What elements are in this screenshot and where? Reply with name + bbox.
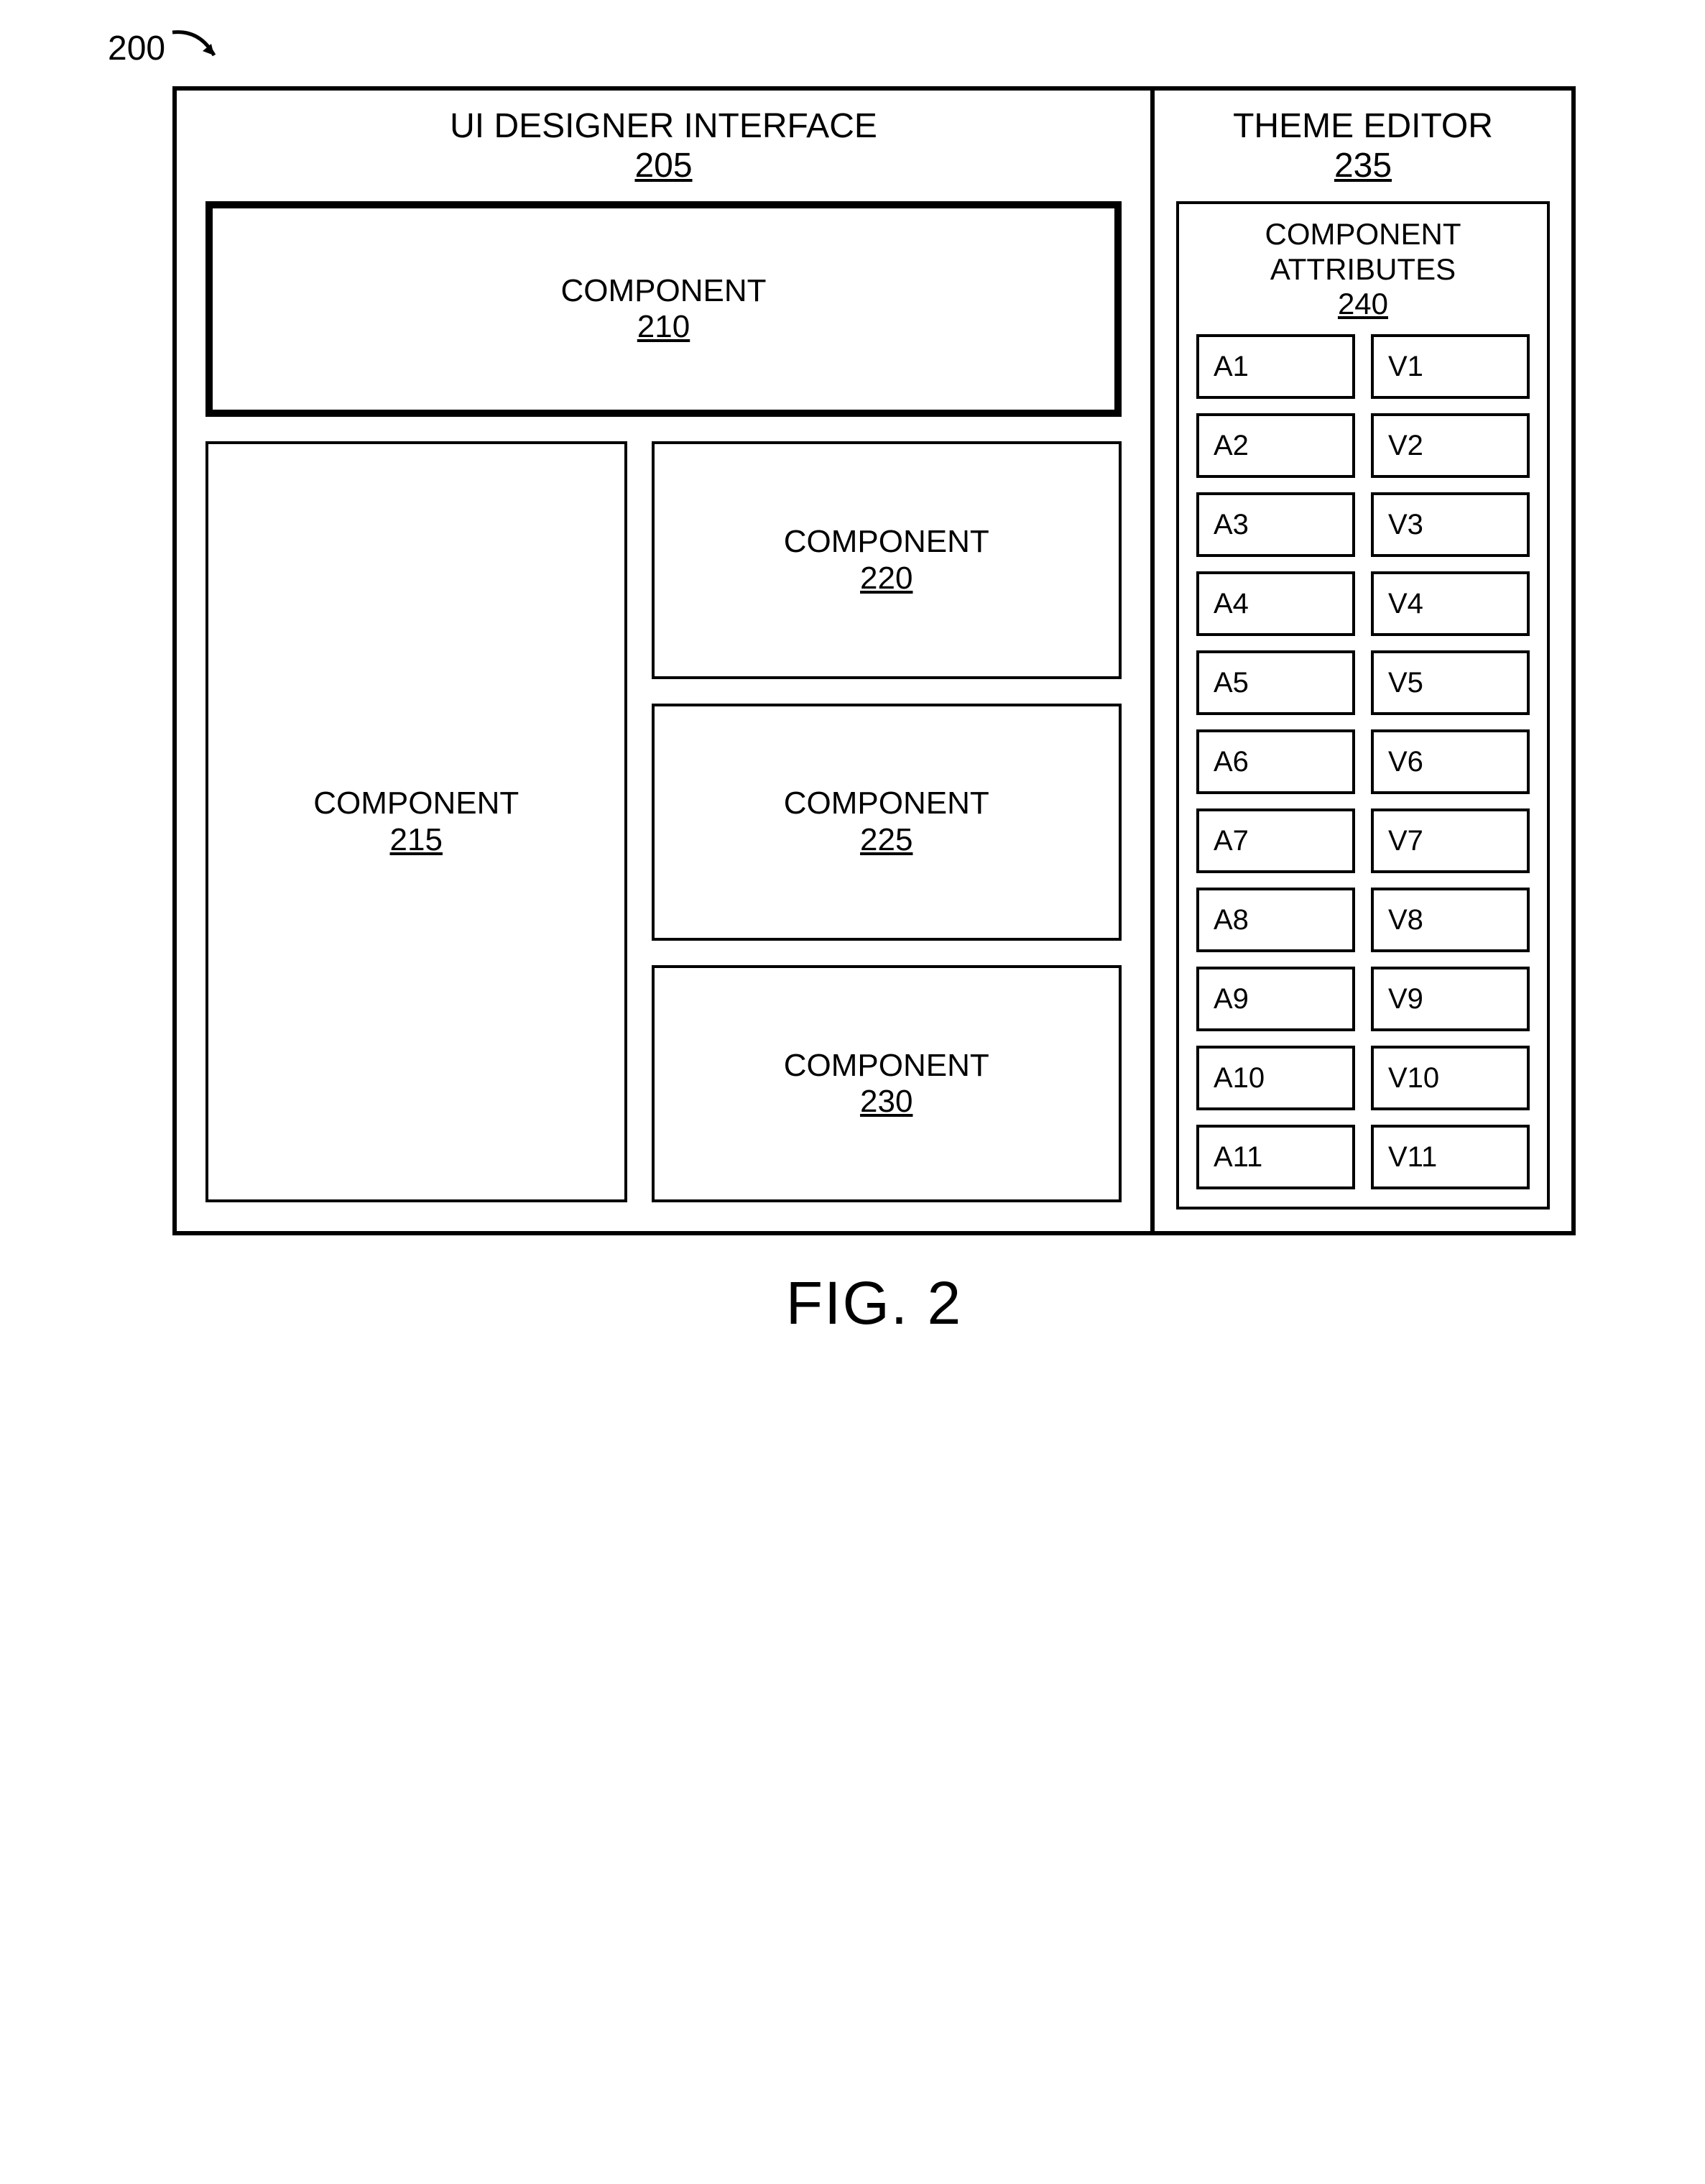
attribute-name-cell[interactable]: A2 (1196, 413, 1355, 478)
attribute-value-cell[interactable]: V1 (1371, 334, 1530, 399)
attribute-value-cell[interactable]: V8 (1371, 888, 1530, 952)
attribute-name-cell[interactable]: A3 (1196, 492, 1355, 557)
component-attributes-title: COMPONENT ATTRIBUTES 240 (1196, 213, 1530, 334)
component-attributes-box: COMPONENT ATTRIBUTES 240 A1 V1 A2 V2 A3 … (1176, 201, 1550, 1210)
attribute-value-cell[interactable]: V4 (1371, 571, 1530, 636)
theme-editor-ref: 235 (1334, 147, 1392, 185)
component-label: COMPONENT (784, 785, 989, 821)
reference-arrow-icon (171, 29, 221, 68)
component-215[interactable]: COMPONENT 215 (205, 441, 627, 1202)
attribute-value-cell[interactable]: V2 (1371, 413, 1530, 478)
attribute-value-cell[interactable]: V7 (1371, 808, 1530, 873)
attribute-row: A6 V6 (1196, 729, 1530, 794)
attribute-name-cell[interactable]: A6 (1196, 729, 1355, 794)
theme-editor-title-text: THEME EDITOR (1233, 107, 1493, 145)
component-label: COMPONENT (313, 785, 519, 821)
attribute-value-cell[interactable]: V3 (1371, 492, 1530, 557)
component-attributes-title-text: COMPONENT ATTRIBUTES (1265, 217, 1461, 285)
component-label: COMPONENT (561, 273, 767, 308)
ui-designer-title: UI DESIGNER INTERFACE 205 (205, 91, 1122, 194)
attribute-name-cell[interactable]: A7 (1196, 808, 1355, 873)
attribute-row: A9 V9 (1196, 967, 1530, 1031)
attribute-value-cell[interactable]: V9 (1371, 967, 1530, 1031)
component-ref: 225 (860, 822, 912, 857)
app-window: UI DESIGNER INTERFACE 205 COMPONENT 210 … (172, 86, 1576, 1235)
ui-designer-panel: UI DESIGNER INTERFACE 205 COMPONENT 210 … (177, 91, 1155, 1231)
attribute-name-cell[interactable]: A4 (1196, 571, 1355, 636)
attribute-row: A7 V7 (1196, 808, 1530, 873)
component-label: COMPONENT (784, 524, 989, 559)
component-ref: 230 (860, 1084, 912, 1119)
canvas-right-column: COMPONENT 220 COMPONENT 225 (652, 441, 1122, 1202)
component-210[interactable]: COMPONENT 210 (205, 201, 1122, 417)
figure-reference-number: 200 (108, 29, 165, 68)
attribute-name-cell[interactable]: A9 (1196, 967, 1355, 1031)
canvas-lower-row: COMPONENT 215 COMPONENT 220 (205, 441, 1122, 1202)
attribute-row: A3 V3 (1196, 492, 1530, 557)
attribute-list: A1 V1 A2 V2 A3 V3 A4 V4 (1196, 334, 1530, 1189)
component-220[interactable]: COMPONENT 220 (652, 441, 1122, 678)
attribute-value-cell[interactable]: V10 (1371, 1046, 1530, 1110)
component-label: COMPONENT (784, 1048, 989, 1083)
attribute-row: A1 V1 (1196, 334, 1530, 399)
component-attributes-ref: 240 (1338, 287, 1388, 321)
attribute-name-cell[interactable]: A8 (1196, 888, 1355, 952)
attribute-value-cell[interactable]: V5 (1371, 650, 1530, 715)
attribute-row: A4 V4 (1196, 571, 1530, 636)
attribute-name-cell[interactable]: A10 (1196, 1046, 1355, 1110)
ui-designer-title-text: UI DESIGNER INTERFACE (450, 107, 877, 145)
attribute-name-cell[interactable]: A11 (1196, 1125, 1355, 1189)
attribute-row: A2 V2 (1196, 413, 1530, 478)
ui-designer-ref: 205 (634, 147, 692, 185)
component-ref: 215 (390, 822, 443, 857)
attribute-value-cell[interactable]: V6 (1371, 729, 1530, 794)
attribute-row: A5 V5 (1196, 650, 1530, 715)
attribute-name-cell[interactable]: A1 (1196, 334, 1355, 399)
attribute-value-cell[interactable]: V11 (1371, 1125, 1530, 1189)
attribute-row: A11 V11 (1196, 1125, 1530, 1189)
attribute-name-cell[interactable]: A5 (1196, 650, 1355, 715)
figure-reference-marker: 200 (108, 29, 221, 68)
component-ref: 210 (637, 309, 690, 344)
figure-caption: FIG. 2 (172, 1268, 1576, 1338)
component-225[interactable]: COMPONENT 225 (652, 704, 1122, 941)
figure-page: 200 UI DESIGNER INTERFACE 205 COMPONENT … (0, 0, 1705, 1381)
component-230[interactable]: COMPONENT 230 (652, 965, 1122, 1202)
attribute-row: A8 V8 (1196, 888, 1530, 952)
component-ref: 220 (860, 561, 912, 596)
attribute-row: A10 V10 (1196, 1046, 1530, 1110)
theme-editor-panel: THEME EDITOR 235 COMPONENT ATTRIBUTES 24… (1155, 91, 1571, 1231)
theme-editor-title: THEME EDITOR 235 (1176, 91, 1550, 194)
design-canvas[interactable]: COMPONENT 210 COMPONENT 215 (205, 194, 1122, 1202)
